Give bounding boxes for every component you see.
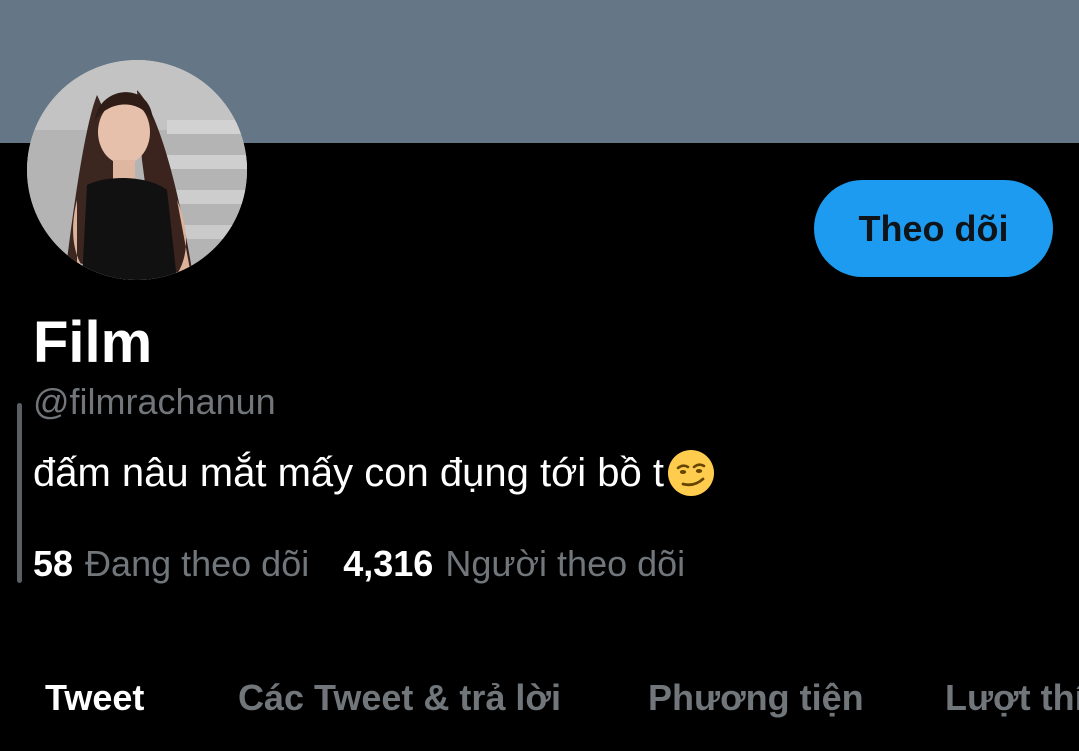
followers-count: 4,316 <box>343 543 434 584</box>
follow-button[interactable]: Theo dõi <box>814 180 1053 277</box>
followers-label: Người theo dõi <box>445 543 686 584</box>
user-handle: @filmrachanun <box>33 381 276 422</box>
scrollbar[interactable] <box>17 403 22 583</box>
avatar-image <box>27 60 247 280</box>
following-count: 58 <box>33 543 74 584</box>
display-name: Film <box>33 310 153 375</box>
followers-link[interactable]: 4,316 Người theo dõi <box>343 542 685 586</box>
following-label: Đang theo dõi <box>85 543 310 584</box>
profile-bio: đấm nâu mắt mấy con đụng tới bồ t <box>33 447 716 499</box>
tab-tweets-and-replies[interactable]: Các Tweet & trả lời <box>238 676 561 720</box>
profile-stats: 58 Đang theo dõi 4,316 Người theo dõi <box>33 542 719 586</box>
tab-tweets[interactable]: Tweet <box>45 676 144 720</box>
tab-media[interactable]: Phương tiện <box>648 676 864 720</box>
smirking-face-icon <box>668 450 715 496</box>
bio-text: đấm nâu mắt mấy con đụng tới bồ t <box>33 451 665 495</box>
profile-tabs: Tweet Các Tweet & trả lời Phương tiện Lư… <box>0 670 1079 730</box>
following-link[interactable]: 58 Đang theo dõi <box>33 542 309 586</box>
avatar[interactable] <box>27 60 247 280</box>
tab-likes[interactable]: Lượt thích <box>945 676 1079 720</box>
